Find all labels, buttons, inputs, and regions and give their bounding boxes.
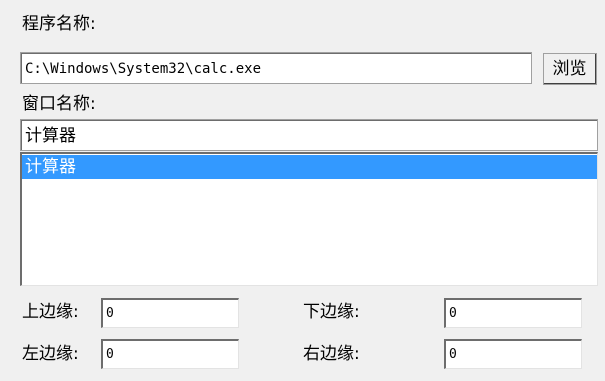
window-list[interactable]: 计算器 — [20, 152, 598, 286]
right-margin-input[interactable]: 0 — [444, 339, 582, 369]
program-name-label: 程序名称: — [22, 14, 96, 34]
top-margin-value: 0 — [106, 306, 114, 321]
bottom-margin-value: 0 — [449, 306, 457, 321]
program-path-input[interactable]: C:\Windows\System32\calc.exe — [20, 52, 532, 84]
left-margin-label: 左边缘: — [22, 344, 79, 364]
bottom-margin-label: 下边缘: — [303, 302, 360, 322]
window-name-input[interactable]: 计算器 — [20, 119, 598, 151]
right-margin-value: 0 — [449, 347, 457, 362]
browse-button[interactable]: 浏览 — [543, 53, 597, 85]
top-margin-label: 上边缘: — [22, 302, 79, 322]
bottom-margin-input[interactable]: 0 — [444, 298, 582, 328]
left-margin-value: 0 — [106, 347, 114, 362]
list-item[interactable]: 计算器 — [22, 155, 597, 179]
program-path-value: C:\Windows\System32\calc.exe — [25, 60, 262, 77]
window-name-label: 窗口名称: — [22, 94, 96, 114]
right-margin-label: 右边缘: — [303, 344, 360, 364]
left-margin-input[interactable]: 0 — [101, 339, 239, 369]
window-settings-dialog: 程序名称: C:\Windows\System32\calc.exe 浏览 窗口… — [0, 0, 605, 381]
top-margin-input[interactable]: 0 — [101, 298, 239, 328]
window-name-value: 计算器 — [25, 125, 76, 146]
